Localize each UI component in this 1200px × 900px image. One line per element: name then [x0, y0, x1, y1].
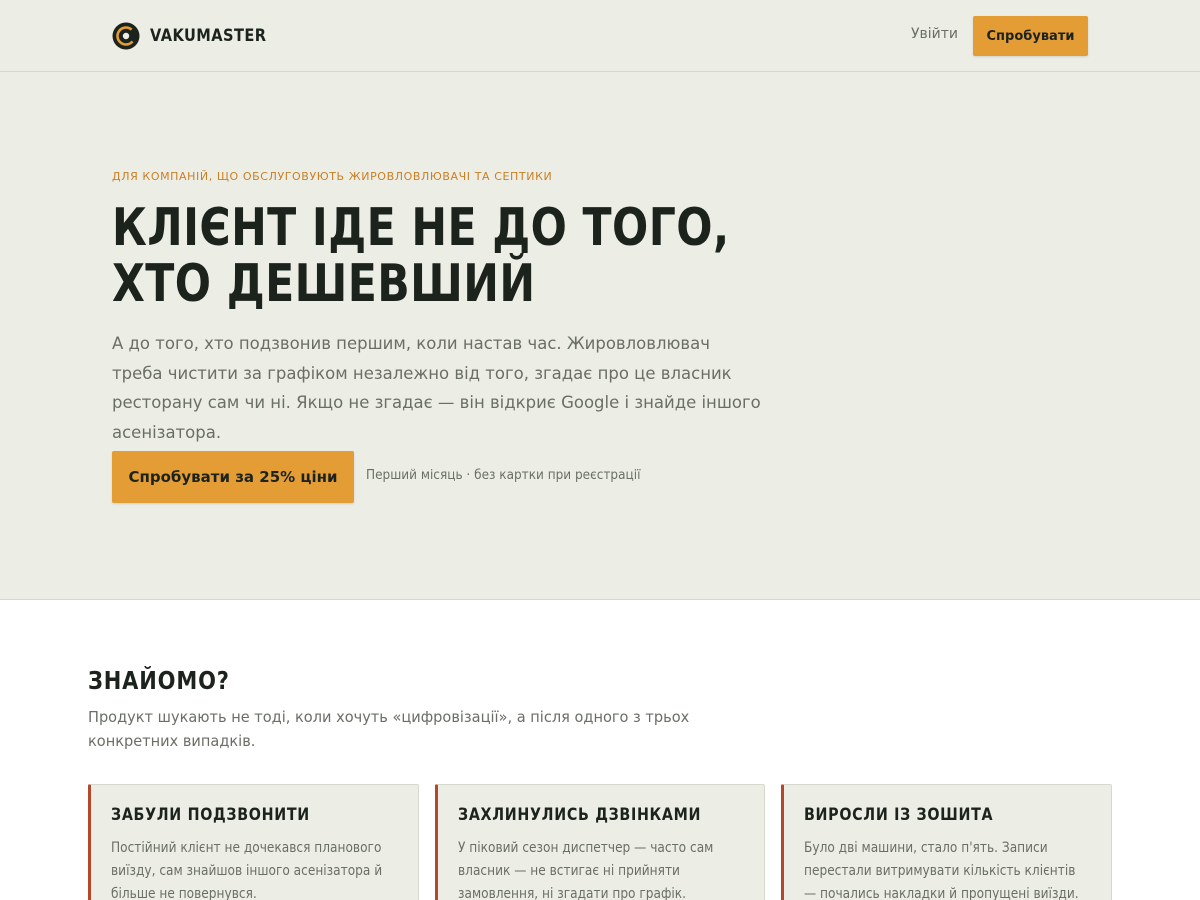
problem-card: ВИРОСЛИ ІЗ ЗОШИТА Було дві машини, стало… [781, 784, 1112, 900]
problem-card: ЗАБУЛИ ПОДЗВОНИТИ Постійний клієнт не до… [88, 784, 419, 900]
landing-page: VAKUMASTER Увійти Спробувати ДЛЯ КОМПАНІ… [0, 0, 1200, 900]
problem-card-text: Постійний клієнт не дочекався планового … [111, 840, 383, 900]
hero-note: Перший місяць · без картки при реєстраці… [366, 468, 641, 483]
login-link[interactable]: Увійти [911, 26, 958, 42]
hero-section: ДЛЯ КОМПАНІЙ, ЩО ОБСЛУГОВУЮТЬ ЖИРОВЛОВЛЮ… [0, 72, 1200, 600]
brand-home-link[interactable]: VAKUMASTER [112, 22, 285, 50]
hero-try-button[interactable]: Спробувати за 25% ціни [112, 451, 354, 503]
header-try-button[interactable]: Спробувати [973, 16, 1088, 56]
problems-section: ЗНАЙОМО? Продукт шукають не тоді, коли х… [0, 600, 1200, 900]
site-header: VAKUMASTER Увійти Спробувати [0, 0, 1200, 72]
brand-name: VAKUMASTER [150, 26, 267, 46]
problem-card-text: У піковий сезон диспетчер — часто сам вл… [458, 840, 714, 900]
hero-title: КЛІЄНТ ІДЕ НЕ ДО ТОГО, ХТО ДЕШЕВШИЙ [112, 198, 730, 314]
problems-lead: Продукт шукають не тоді, коли хочуть «ци… [88, 708, 690, 750]
hero-lead: А до того, хто подзвонив першим, коли на… [112, 334, 761, 443]
problems-title: ЗНАЙОМО? [88, 666, 230, 695]
problem-card-title: ЗАХЛИНУЛИСЬ ДЗВІНКАМИ [458, 805, 702, 825]
brand-logo-icon [112, 22, 140, 50]
problem-card-title: ЗАБУЛИ ПОДЗВОНИТИ [111, 805, 310, 825]
problem-card-text: Було дві машини, стало п'ять. Записи пер… [804, 840, 1079, 900]
hero-eyebrow: ДЛЯ КОМПАНІЙ, ЩО ОБСЛУГОВУЮТЬ ЖИРОВЛОВЛЮ… [112, 170, 553, 183]
problem-card-title: ВИРОСЛИ ІЗ ЗОШИТА [804, 805, 994, 825]
problem-card: ЗАХЛИНУЛИСЬ ДЗВІНКАМИ У піковий сезон ди… [435, 784, 765, 900]
